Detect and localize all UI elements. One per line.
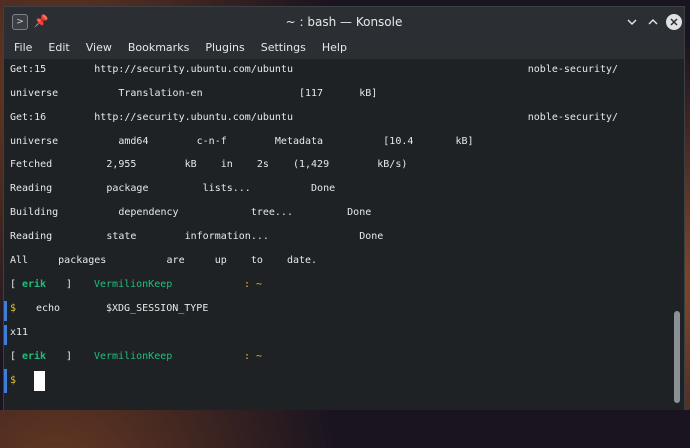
command-output: x11 <box>10 327 29 338</box>
output-line: universe Translation-en [117 kB] <box>10 88 378 99</box>
minimize-button[interactable] <box>624 14 640 30</box>
menu-edit[interactable]: Edit <box>40 37 77 59</box>
prompt-user: erik <box>22 351 47 362</box>
output-marker <box>4 325 7 345</box>
chevron-down-icon <box>627 19 637 25</box>
output-line: Reading state information... Done <box>10 231 384 242</box>
chevron-up-icon <box>648 19 658 25</box>
scrollbar[interactable] <box>672 59 682 410</box>
title-bar[interactable]: > 📌 ~ : bash — Konsole <box>4 7 684 37</box>
prompt-bracket-open: [ <box>10 279 17 290</box>
text-cursor <box>34 371 45 391</box>
menu-view[interactable]: View <box>78 37 120 59</box>
active-prompt-marker <box>4 369 7 393</box>
close-icon <box>670 18 678 26</box>
output-line: Fetched 2,955 kB in 2s (1,429 kB/s) <box>10 159 408 170</box>
output-line: Get:16 http://security.ubuntu.com/ubuntu… <box>10 112 619 123</box>
menu-file[interactable]: File <box>4 37 40 59</box>
prompt-host: VermilionKeep <box>94 279 173 290</box>
output-line: universe amd64 c-n-f Metadata [10.4 kB] <box>10 136 474 147</box>
command-line: $ echo $XDG_SESSION_TYPE <box>10 302 310 316</box>
command-argument: $XDG_SESSION_TYPE <box>106 303 209 314</box>
prompt-path: : ~ <box>244 351 263 362</box>
prompt-line: [ erik ] VermilionKeep : ~ <box>10 350 310 364</box>
prompt-user: erik <box>22 279 47 290</box>
menu-bar: File Edit View Bookmarks Plugins Setting… <box>4 37 684 59</box>
prompt-line: [ erik ] VermilionKeep : ~ <box>10 278 310 292</box>
menu-settings[interactable]: Settings <box>253 37 314 59</box>
prompt-bracket-close: ] <box>66 279 73 290</box>
active-prompt-marker <box>4 301 7 321</box>
konsole-window: > 📌 ~ : bash — Konsole File Edit View Bo… <box>3 6 685 410</box>
menu-help[interactable]: Help <box>314 37 355 59</box>
close-button[interactable] <box>666 14 682 30</box>
prompt-bracket-close: ] <box>66 351 73 362</box>
output-line: Reading package lists... Done <box>10 183 336 194</box>
window-title: ~ : bash — Konsole <box>285 15 403 29</box>
prompt-symbol: $ <box>10 303 17 314</box>
prompt-path: : ~ <box>244 279 263 290</box>
command-name: echo <box>36 303 61 314</box>
menu-plugins[interactable]: Plugins <box>197 37 252 59</box>
maximize-button[interactable] <box>645 14 661 30</box>
output-line: Building dependency tree... Done <box>10 207 372 218</box>
menu-bookmarks[interactable]: Bookmarks <box>120 37 197 59</box>
terminal-output[interactable]: Get:15 http://security.ubuntu.com/ubuntu… <box>4 59 684 410</box>
prompt-host: VermilionKeep <box>94 351 173 362</box>
prompt-symbol: $ <box>10 375 17 386</box>
output-line: Get:15 http://security.ubuntu.com/ubuntu… <box>10 64 619 75</box>
scrollbar-thumb[interactable] <box>674 311 680 403</box>
prompt-bracket-open: [ <box>10 351 17 362</box>
output-line: All packages are up to date. <box>10 255 318 266</box>
